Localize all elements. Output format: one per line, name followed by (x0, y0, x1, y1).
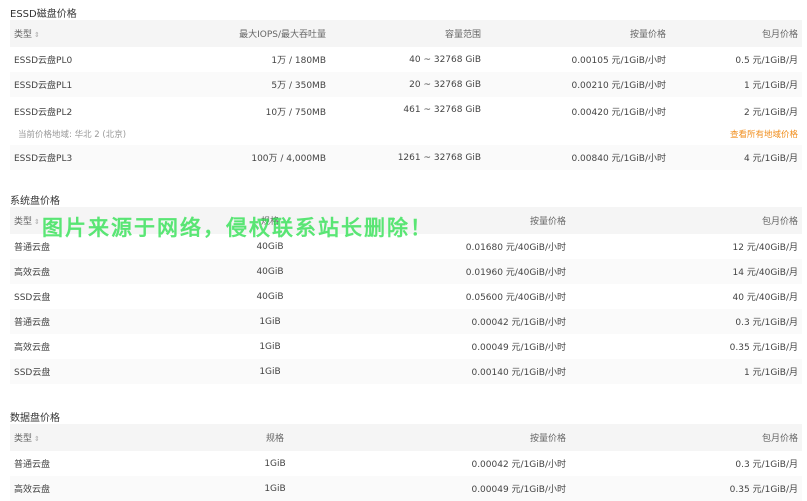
type-cell: ESSD云盘PL3 (10, 145, 200, 170)
table-row: 高效云盘 1GiB 0.00049 元/1GiB/小时 0.35 元/1GiB/… (10, 334, 802, 359)
monthly-price-cell: 0.3 元/1GiB/月 (570, 309, 802, 334)
data-disk-price-table: 类型 ⇕ 规格 按量价格 包月价格 普通云盘 1GiB 0.00042 元/1Gi… (10, 424, 802, 501)
monthly-column-header: 包月价格 (570, 424, 802, 451)
table-row: 普通云盘 1GiB 0.00042 元/1GiB/小时 0.3 元/1GiB/月 (10, 451, 802, 476)
monthly-price-cell: 0.35 元/1GiB/月 (570, 476, 802, 501)
hourly-price-cell: 0.00420 元/1GiB/小时 (485, 97, 670, 145)
table-row: 高效云盘 40GiB 0.01960 元/40GiB/小时 14 元/40GiB… (10, 259, 802, 284)
spec-cell: 40GiB (220, 259, 320, 284)
hourly-price-cell: 0.00042 元/1GiB/小时 (330, 451, 570, 476)
type-cell: SSD云盘 (10, 284, 220, 309)
monthly-price-cell: 0.3 元/1GiB/月 (570, 451, 802, 476)
type-cell: 普通云盘 (10, 234, 220, 259)
type-cell: SSD云盘 (10, 359, 220, 384)
spec-cell: 40GiB (220, 234, 320, 259)
table-row: 普通云盘 40GiB 0.01680 元/40GiB/小时 12 元/40GiB… (10, 234, 802, 259)
type-cell: 普通云盘 (10, 451, 220, 476)
spec-column-header: 规格 (220, 424, 330, 451)
sort-updown-icon[interactable]: ⇕ (34, 435, 40, 443)
hourly-price-cell: 0.05600 元/40GiB/小时 (320, 284, 570, 309)
table-header-row: 类型 ⇕ 规格 按量价格 包月价格 (10, 424, 802, 451)
type-column-header[interactable]: 类型 ⇕ (10, 207, 220, 234)
essd-price-table: 类型 ⇕ 最大IOPS/最大吞吐量 容量范围 按量价格 包月价格 ESSD云盘PL… (10, 20, 802, 170)
iops-cell: 100万 / 4,000MB (200, 145, 330, 170)
table-header-row: 类型 ⇕ 规格 按量价格 包月价格 (10, 207, 802, 234)
hourly-column-header: 按量价格 (330, 424, 570, 451)
data-disk-section-title: 数据盘价格 (10, 413, 60, 424)
hourly-price-cell: 0.01960 元/40GiB/小时 (320, 259, 570, 284)
hourly-column-header: 按量价格 (320, 207, 570, 234)
sort-updown-icon[interactable]: ⇕ (34, 31, 40, 39)
monthly-price-cell: 4 元/1GiB/月 (670, 145, 802, 170)
type-cell: 高效云盘 (10, 476, 220, 501)
monthly-price-cell: 1 元/1GiB/月 (670, 72, 802, 97)
table-row: SSD云盘 1GiB 0.00140 元/1GiB/小时 1 元/1GiB/月 (10, 359, 802, 384)
capacity-cell: 20 ~ 32768 GiB (330, 72, 485, 97)
monthly-column-header: 包月价格 (670, 20, 802, 47)
iops-column-header: 最大IOPS/最大吞吐量 (200, 20, 330, 47)
iops-cell: 10万 / 750MB (200, 97, 330, 145)
type-cell: ESSD云盘PL2 当前价格地域: 华北 2 (北京) (10, 97, 200, 145)
hourly-price-cell: 0.00049 元/1GiB/小时 (330, 476, 570, 501)
hourly-price-cell: 0.00105 元/1GiB/小时 (485, 47, 670, 72)
monthly-price-cell: 40 元/40GiB/月 (570, 284, 802, 309)
spec-cell: 1GiB (220, 476, 330, 501)
type-cell: ESSD云盘PL0 (10, 47, 200, 72)
spec-cell: 1GiB (220, 359, 320, 384)
capacity-cell: 1261 ~ 32768 GiB (330, 145, 485, 170)
hourly-price-cell: 0.00210 元/1GiB/小时 (485, 72, 670, 97)
monthly-price-cell: 1 元/1GiB/月 (570, 359, 802, 384)
type-column-header[interactable]: 类型 ⇕ (10, 20, 200, 47)
spec-cell: 1GiB (220, 334, 320, 359)
table-row: ESSD云盘PL2 当前价格地域: 华北 2 (北京) 10万 / 750MB … (10, 97, 802, 145)
capacity-cell: 40 ~ 32768 GiB (330, 47, 485, 72)
spec-cell: 1GiB (220, 451, 330, 476)
hourly-price-cell: 0.00049 元/1GiB/小时 (320, 334, 570, 359)
capacity-cell: 461 ~ 32768 GiB (330, 97, 485, 145)
spec-cell: 1GiB (220, 309, 320, 334)
region-note: 当前价格地域: 华北 2 (北京) (18, 130, 127, 140)
sort-updown-icon[interactable]: ⇕ (34, 218, 40, 226)
monthly-price-cell: 0.5 元/1GiB/月 (670, 47, 802, 72)
table-row: SSD云盘 40GiB 0.05600 元/40GiB/小时 40 元/40Gi… (10, 284, 802, 309)
monthly-column-header: 包月价格 (570, 207, 802, 234)
view-all-regions-link[interactable]: 查看所有地域价格 (730, 128, 798, 140)
monthly-price-cell: 12 元/40GiB/月 (570, 234, 802, 259)
iops-cell: 1万 / 180MB (200, 47, 330, 72)
hourly-price-cell: 0.00042 元/1GiB/小时 (320, 309, 570, 334)
table-row: 高效云盘 1GiB 0.00049 元/1GiB/小时 0.35 元/1GiB/… (10, 476, 802, 501)
iops-cell: 5万 / 350MB (200, 72, 330, 97)
type-cell: 高效云盘 (10, 259, 220, 284)
monthly-price-cell: 2 元/1GiB/月 查看所有地域价格 (670, 97, 802, 145)
spec-column-header: 规格 (220, 207, 320, 234)
type-column-header[interactable]: 类型 ⇕ (10, 424, 220, 451)
spec-cell: 40GiB (220, 284, 320, 309)
table-header-row: 类型 ⇕ 最大IOPS/最大吞吐量 容量范围 按量价格 包月价格 (10, 20, 802, 47)
table-row: 普通云盘 1GiB 0.00042 元/1GiB/小时 0.3 元/1GiB/月 (10, 309, 802, 334)
hourly-price-cell: 0.01680 元/40GiB/小时 (320, 234, 570, 259)
type-cell: 普通云盘 (10, 309, 220, 334)
monthly-price-cell: 14 元/40GiB/月 (570, 259, 802, 284)
table-row: ESSD云盘PL0 1万 / 180MB 40 ~ 32768 GiB 0.00… (10, 47, 802, 72)
type-cell: ESSD云盘PL1 (10, 72, 200, 97)
hourly-column-header: 按量价格 (485, 20, 670, 47)
hourly-price-cell: 0.00840 元/1GiB/小时 (485, 145, 670, 170)
table-row: ESSD云盘PL1 5万 / 350MB 20 ~ 32768 GiB 0.00… (10, 72, 802, 97)
system-disk-price-table: 类型 ⇕ 规格 按量价格 包月价格 普通云盘 40GiB 0.01680 元/40… (10, 207, 802, 384)
hourly-price-cell: 0.00140 元/1GiB/小时 (320, 359, 570, 384)
type-cell: 高效云盘 (10, 334, 220, 359)
monthly-price-cell: 0.35 元/1GiB/月 (570, 334, 802, 359)
capacity-column-header: 容量范围 (330, 20, 485, 47)
table-row: ESSD云盘PL3 100万 / 4,000MB 1261 ~ 32768 Gi… (10, 145, 802, 170)
system-disk-section-title: 系统盘价格 (10, 196, 60, 207)
essd-section-title: ESSD磁盘价格 (10, 9, 77, 20)
